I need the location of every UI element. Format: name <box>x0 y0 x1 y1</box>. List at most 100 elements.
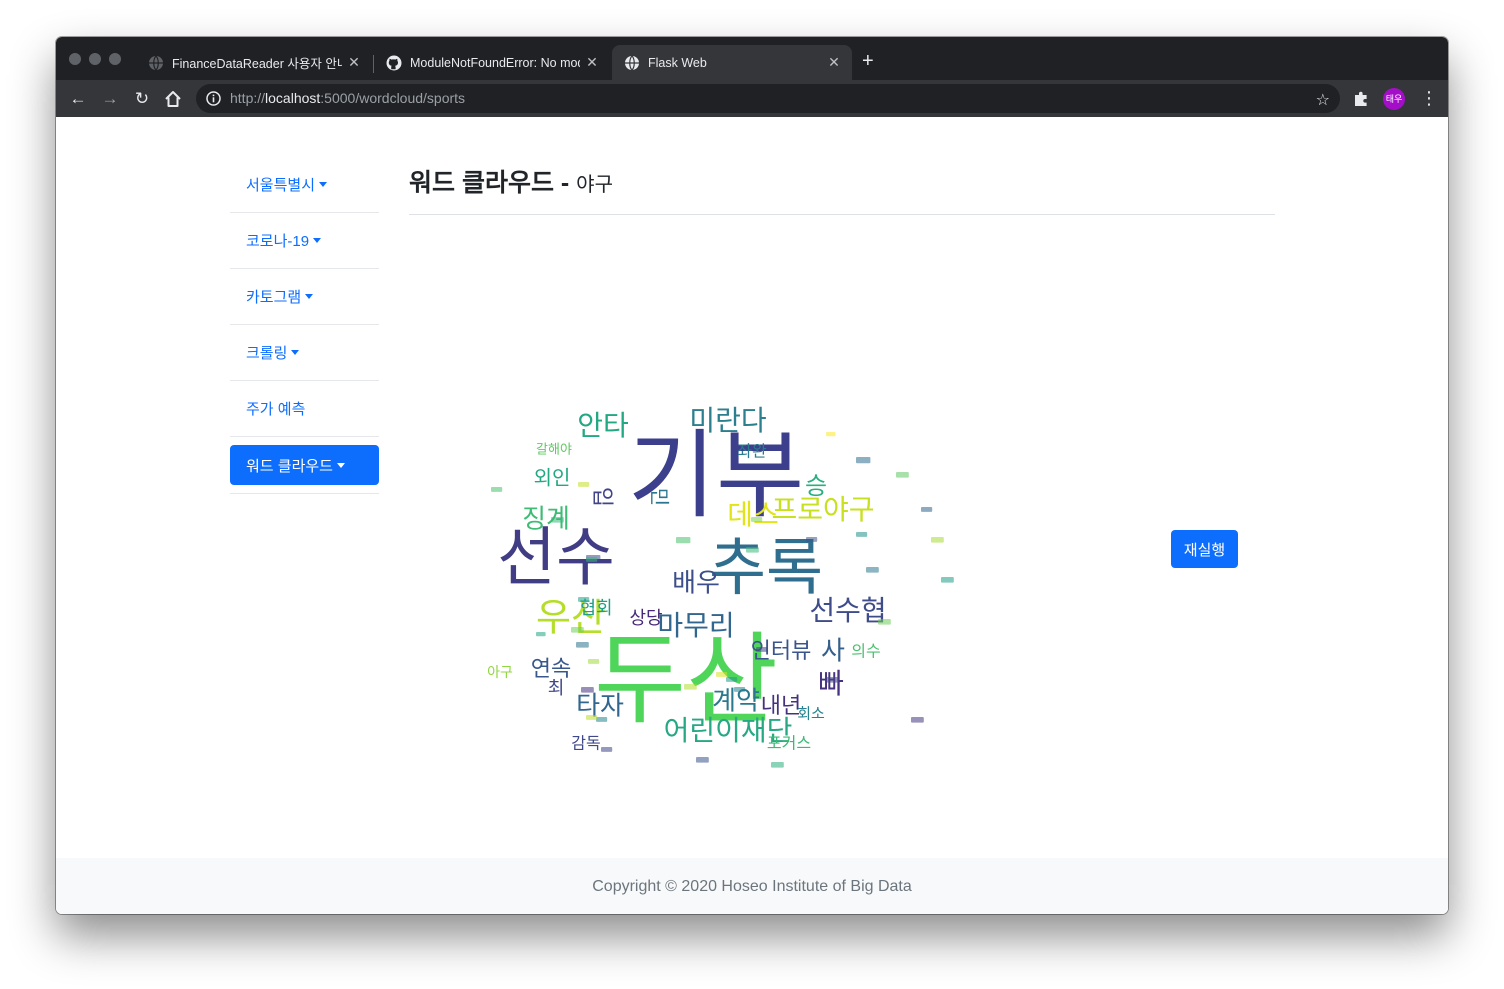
word-cloud-small-word <box>941 577 954 583</box>
word-cloud-image: 기부두산선수 추록미란다안타우산프로야구데스선수협어린이재단마무리징계외인배우계약… <box>487 404 954 768</box>
browser-toolbar: ← → ↻ http://localhost:5000/wordcloud/sp… <box>56 80 1448 117</box>
sidebar-item-stock-prediction[interactable]: 주가 예측 <box>230 381 379 437</box>
word-cloud-small-word <box>826 677 839 683</box>
kebab-menu-icon[interactable]: ⋮ <box>1420 88 1438 108</box>
minimize-window-button[interactable] <box>89 53 101 65</box>
extensions-puzzle-icon[interactable] <box>1352 90 1370 108</box>
sidebar-item-crawling[interactable]: 크롤링 <box>230 325 379 381</box>
word-cloud-small-word <box>696 757 709 763</box>
word-cloud-small-word <box>491 487 503 492</box>
word-cloud-small-word <box>931 537 944 543</box>
caret-down-icon <box>291 350 300 355</box>
word-cloud-word: 감독 <box>571 734 600 753</box>
tab-title: Flask Web <box>648 55 707 70</box>
url-text: http://localhost:5000/wordcloud/sports <box>230 90 465 106</box>
word-cloud-small-word <box>536 632 546 637</box>
header-divider <box>409 214 1275 215</box>
address-bar[interactable]: http://localhost:5000/wordcloud/sports ☆ <box>196 84 1340 113</box>
word-cloud-small-word <box>586 715 598 720</box>
sidebar-item-wordcloud: 워드 클라우드 <box>230 437 379 494</box>
word-cloud-small-word <box>581 687 594 693</box>
sidebar-item-seoul[interactable]: 서울특별시 <box>230 157 379 213</box>
caret-down-icon <box>319 182 328 187</box>
sidebar-item-label: 카토그램 <box>246 289 302 306</box>
new-tab-button[interactable]: + <box>862 51 874 71</box>
word-cloud-word: 미란다 <box>689 404 766 437</box>
word-cloud-small-word <box>746 547 759 553</box>
info-icon[interactable] <box>206 91 221 106</box>
sidebar-item-cartogram[interactable]: 카토그램 <box>230 269 379 325</box>
url-scheme: http:// <box>230 90 266 106</box>
word-cloud-word: 빠 <box>818 667 844 700</box>
browser-window: FinanceDataReader 사용자 안내서 ✕ ModuleNotFou… <box>56 37 1448 914</box>
sidebar-nav: 서울특별시 코로나-19 카토그램 크롤링 주가 예측 워드 클라우드 <box>230 157 379 494</box>
word-cloud-word: 데스 <box>727 498 779 531</box>
word-cloud-word: 의수 <box>851 642 880 661</box>
word-cloud-small-word <box>878 619 891 625</box>
tab-modulenotfounderror[interactable]: ModuleNotFoundError: No module ✕ <box>374 45 610 80</box>
word-cloud-small-word <box>601 747 613 752</box>
word-cloud-small-word <box>551 517 564 523</box>
word-cloud-word: 아구 <box>487 665 513 681</box>
tab-close-icon[interactable]: ✕ <box>822 54 846 71</box>
back-arrow-icon[interactable]: ← <box>67 88 89 110</box>
word-cloud-word: 입 <box>589 487 614 507</box>
word-cloud-small-word <box>826 432 836 437</box>
word-cloud-small-word <box>726 677 738 682</box>
word-cloud-small-word <box>586 557 598 562</box>
globe-icon <box>149 55 163 70</box>
sidebar-item-label: 크롤링 <box>246 345 288 362</box>
word-cloud-small-word <box>576 642 589 648</box>
sidebar-item-label: 코로나-19 <box>246 233 310 250</box>
rerun-button[interactable]: 재실행 <box>1171 530 1238 568</box>
word-cloud-word: 외인 <box>534 466 571 490</box>
word-cloud-small-word <box>716 672 728 677</box>
sidebar-item-corona[interactable]: 코로나-19 <box>230 213 379 269</box>
tab-close-icon[interactable]: ✕ <box>342 54 366 71</box>
word-cloud-small-word <box>596 717 608 722</box>
reload-icon[interactable]: ↻ <box>131 88 153 110</box>
word-cloud-small-word <box>751 517 763 522</box>
word-cloud-small-word <box>578 482 590 487</box>
sidebar-item-wordcloud-active[interactable]: 워드 클라우드 <box>230 445 379 485</box>
word-cloud-word: 상당 <box>629 608 662 629</box>
word-cloud-small-word <box>571 627 584 633</box>
tab-flask-web[interactable]: Flask Web ✕ <box>612 45 852 80</box>
tab-financedatareader[interactable]: FinanceDataReader 사용자 안내서 ✕ <box>136 45 372 80</box>
footer: Copyright © 2020 Hoseo Institute of Big … <box>56 858 1448 914</box>
word-cloud-word: 포커스 <box>767 734 811 753</box>
profile-avatar[interactable]: 태우 <box>1383 88 1405 110</box>
page-subtitle: 야구 <box>576 174 613 196</box>
word-cloud-small-word <box>896 472 909 478</box>
footer-copyright: Copyright © 2020 Hoseo Institute of Big … <box>592 878 912 895</box>
word-cloud-word: 회소 <box>797 705 825 723</box>
caret-down-icon <box>305 294 314 299</box>
word-cloud-small-word <box>734 687 746 692</box>
tab-strip: FinanceDataReader 사용자 안내서 ✕ ModuleNotFou… <box>56 37 1448 80</box>
word-cloud-small-word <box>856 457 871 464</box>
forward-arrow-icon[interactable]: → <box>99 88 121 110</box>
tab-title: FinanceDataReader 사용자 안내서 <box>172 57 342 71</box>
sidebar-item-label: 서울특별시 <box>246 177 316 194</box>
word-cloud-word: 좌완 <box>737 442 767 461</box>
word-cloud-small-word <box>676 537 691 544</box>
word-cloud-word: 안타 <box>577 409 629 442</box>
home-icon[interactable] <box>163 89 183 109</box>
word-cloud-word: 선수협 <box>809 594 886 627</box>
bookmark-star-icon[interactable]: ☆ <box>1316 90 1330 110</box>
word-cloud-small-word <box>921 507 933 512</box>
github-icon <box>386 55 402 70</box>
zoom-window-button[interactable] <box>109 53 121 65</box>
word-cloud-small-word <box>866 567 879 573</box>
word-cloud-word: 마무리 <box>657 609 734 642</box>
globe-icon <box>625 55 639 70</box>
word-cloud-small-word <box>856 532 868 537</box>
word-cloud-small-word <box>756 647 768 652</box>
word-cloud-small-word <box>684 684 697 690</box>
page-title-main: 워드 클라우드 - <box>409 169 570 197</box>
tab-close-icon[interactable]: ✕ <box>580 54 604 71</box>
sidebar-item-label: 워드 클라우드 <box>246 457 333 475</box>
sidebar-item-label: 주가 예측 <box>246 401 306 418</box>
close-window-button[interactable] <box>69 53 81 65</box>
url-host: localhost <box>265 90 321 106</box>
